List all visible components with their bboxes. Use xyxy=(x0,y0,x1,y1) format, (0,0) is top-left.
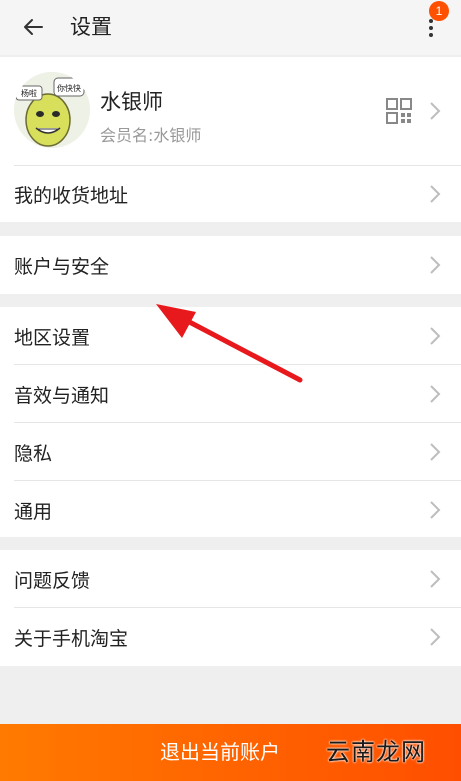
more-dot xyxy=(429,33,433,37)
chevron-right-icon xyxy=(430,501,441,519)
member-name: 会员名:水银师 xyxy=(100,126,202,145)
chevron-right-icon xyxy=(430,628,441,646)
menu-item-feedback[interactable]: 问题反馈 xyxy=(0,550,461,608)
qr-code-button[interactable] xyxy=(386,98,412,124)
avatar[interactable]: 你快快 杨啦 xyxy=(14,72,90,148)
menu-item-label: 音效与通知 xyxy=(14,384,110,407)
menu-item-label: 我的收货地址 xyxy=(14,184,129,207)
menu-item-region[interactable]: 地区设置 xyxy=(0,307,461,365)
chevron-right-icon xyxy=(430,102,441,120)
logout-label: 退出当前账户 xyxy=(160,740,280,764)
profile-name: 水银师 xyxy=(100,90,163,114)
chevron-right-icon xyxy=(430,443,441,461)
menu-item-account-security[interactable]: 账户与安全 xyxy=(0,236,461,294)
avatar-meme-image: 你快快 杨啦 xyxy=(14,72,90,148)
more-vertical-icon xyxy=(429,19,433,23)
menu-item-label: 问题反馈 xyxy=(14,569,91,592)
chevron-right-icon xyxy=(430,570,441,588)
watermark: 云南龙网 xyxy=(326,738,426,766)
chevron-right-icon xyxy=(430,385,441,403)
menu-item-label: 地区设置 xyxy=(14,326,91,349)
menu-item-sound-notification[interactable]: 音效与通知 xyxy=(0,365,461,423)
menu-item-label: 通用 xyxy=(14,500,53,523)
avatar-caption-side: 杨啦 xyxy=(21,88,37,98)
qr-code-icon xyxy=(386,98,412,124)
page-title: 设置 xyxy=(70,15,112,39)
menu-item-address[interactable]: 我的收货地址 xyxy=(0,166,461,222)
back-button[interactable] xyxy=(18,12,48,42)
menu-item-privacy[interactable]: 隐私 xyxy=(0,423,461,481)
chevron-right-icon xyxy=(430,327,441,345)
menu-item-label: 关于手机淘宝 xyxy=(14,627,129,650)
notification-badge: 1 xyxy=(429,1,449,21)
chevron-right-icon xyxy=(430,185,441,203)
menu-item-label: 隐私 xyxy=(14,442,53,465)
menu-item-about[interactable]: 关于手机淘宝 xyxy=(0,608,461,666)
menu-item-label: 账户与安全 xyxy=(14,255,110,278)
avatar-caption-top: 你快快 xyxy=(57,83,81,93)
chevron-right-icon xyxy=(430,256,441,274)
menu-item-general[interactable]: 通用 xyxy=(0,481,461,539)
back-arrow-icon xyxy=(24,19,43,35)
more-dot xyxy=(429,26,433,30)
top-bar: 设置 1 xyxy=(0,0,461,55)
